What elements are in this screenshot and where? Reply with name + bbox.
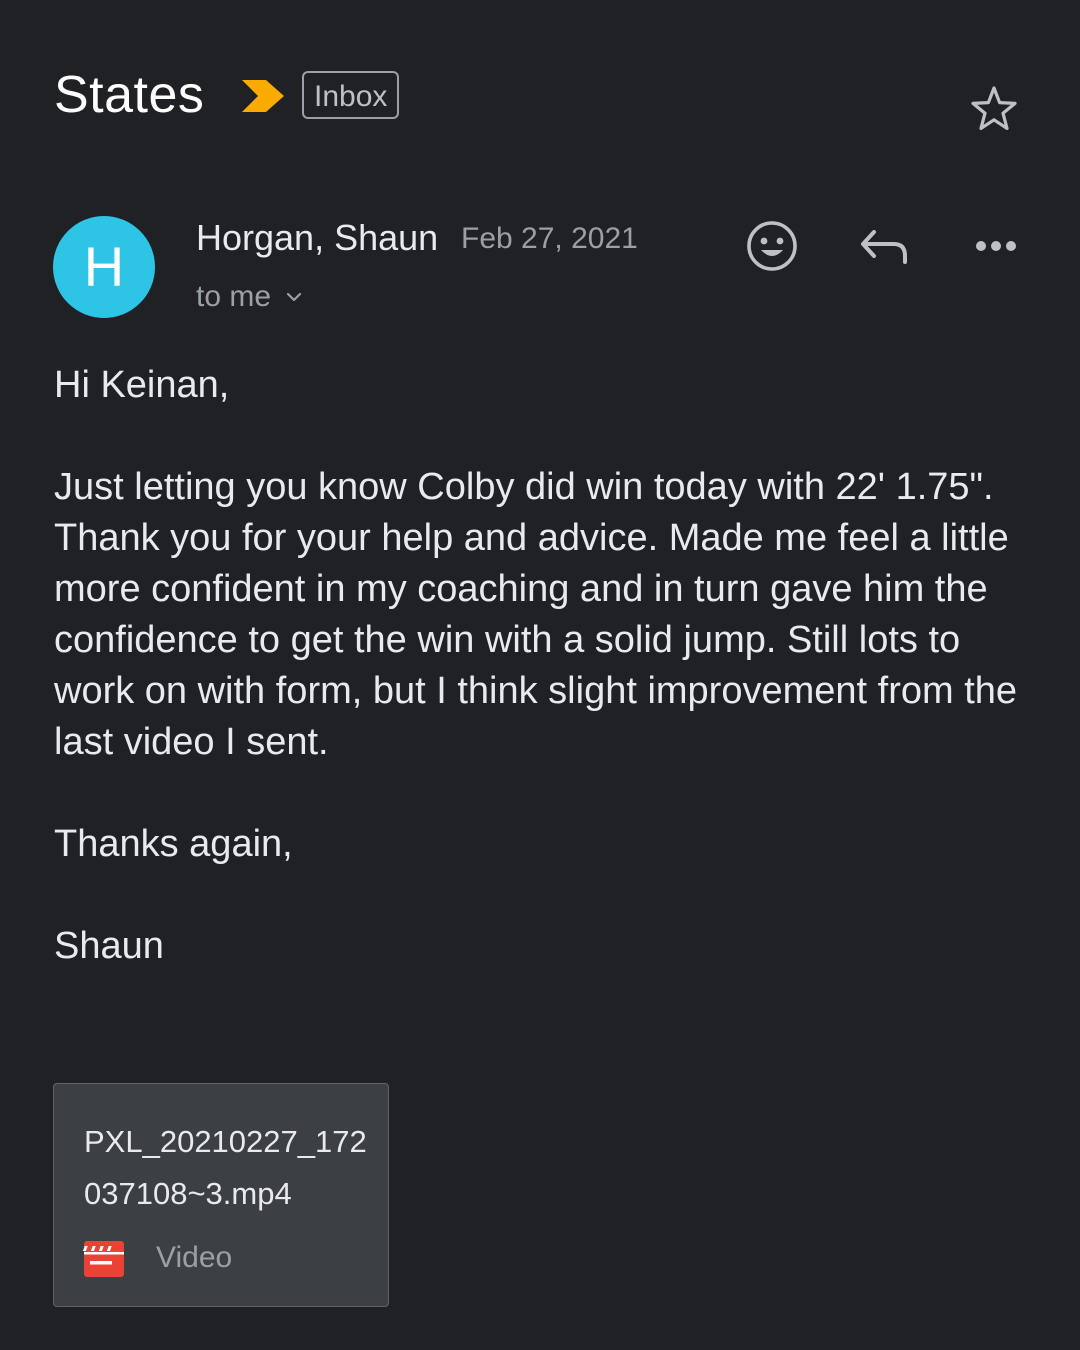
recipient-label: to me (196, 280, 272, 313)
body-greeting: Hi Keinan, (54, 364, 230, 406)
smiley-icon[interactable] (742, 218, 802, 278)
more-horizontal-icon[interactable] (966, 218, 1026, 278)
importance-marker-icon[interactable] (240, 78, 286, 114)
body-closing: Thanks again, (54, 823, 293, 865)
attachment-filename: PXL_20210227_172037108~3.mp4 (84, 1124, 367, 1211)
email-body: Hi Keinan, Just letting you know Colby d… (54, 360, 1034, 1023)
sender-name: Horgan, Shaun (196, 217, 439, 258)
body-signature: Shaun (54, 925, 164, 967)
email-header: States Inbox (54, 62, 1026, 132)
email-subject: States (54, 66, 205, 124)
body-paragraph: Just letting you know Colby did win toda… (54, 466, 1028, 763)
attachment-type: Video (156, 1241, 233, 1274)
sender-avatar[interactable]: H (53, 216, 155, 318)
recipient-toggle[interactable]: to me (196, 278, 303, 316)
message-date: Feb 27, 2021 (461, 222, 638, 255)
attachment-card[interactable]: PXL_20210227_172037108~3.mp4 Video (53, 1083, 389, 1307)
chevron-down-icon (286, 292, 302, 302)
reply-icon[interactable] (854, 218, 914, 278)
star-outline-icon[interactable] (966, 82, 1022, 138)
label-chip-inbox[interactable]: Inbox (302, 71, 400, 119)
video-clapperboard-icon (82, 1241, 124, 1277)
